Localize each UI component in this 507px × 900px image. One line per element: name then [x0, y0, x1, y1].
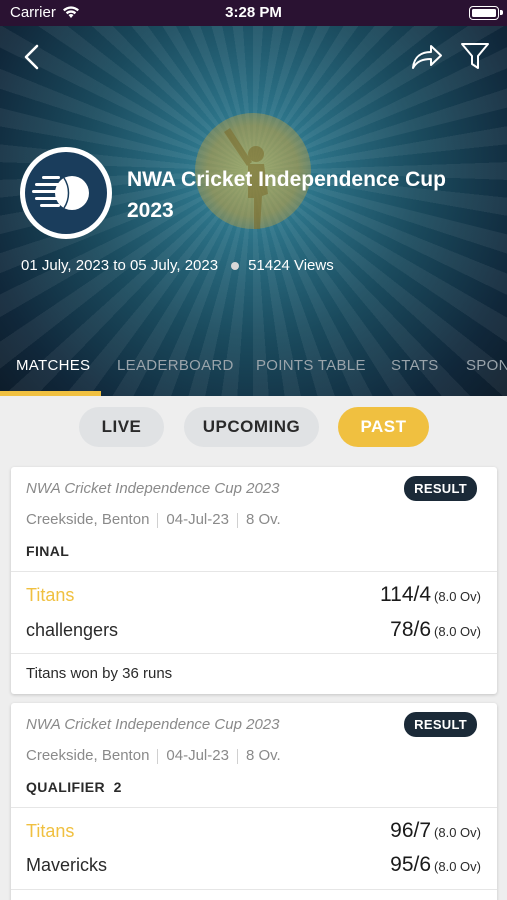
tournament-header: NWA Cricket Independence Cup 2023 01 Jul…	[0, 26, 507, 396]
tab-matches[interactable]: MATCHES	[16, 357, 90, 374]
match-date: 04-Jul-23	[166, 747, 229, 764]
team1-runs: 114/4	[380, 583, 432, 606]
divider	[11, 571, 497, 572]
team1-name: Titans	[26, 821, 75, 841]
tab-stats[interactable]: STATS	[391, 357, 439, 374]
team2-runs: 95/6	[390, 853, 432, 876]
match-venue: Creekside, Benton	[26, 747, 150, 764]
divider	[11, 889, 497, 890]
match-details: Creekside, Benton 04-Jul-23 8 Ov.	[26, 747, 281, 764]
team2-overs: (8.0 Ov)	[434, 624, 481, 639]
tournament-logo	[20, 147, 112, 239]
battery-icon	[469, 6, 503, 20]
tab-leaderboard[interactable]: LEADERBOARD	[117, 357, 234, 374]
result-badge: RESULT	[404, 476, 477, 501]
filter-upcoming-button[interactable]: UPCOMING	[184, 407, 319, 447]
team2-name: Mavericks	[26, 855, 108, 875]
team2-score: 78/6 (8.0 Ov)	[390, 618, 481, 642]
filter-past-button[interactable]: PAST	[338, 407, 429, 447]
match-details: Creekside, Benton 04-Jul-23 8 Ov.	[26, 511, 281, 528]
filter-icon[interactable]	[459, 40, 491, 72]
team2-overs: (8.0 Ov)	[434, 859, 481, 874]
divider	[11, 807, 497, 808]
team1-score: 96/7 (8.0 Ov)	[390, 819, 481, 843]
match-stage: FINAL	[26, 543, 70, 559]
view-count: 51424 Views	[248, 257, 334, 274]
active-tab-indicator	[0, 391, 101, 396]
share-icon[interactable]	[410, 42, 444, 72]
match-overs: 8 Ov.	[245, 747, 281, 764]
team2-name: challengers	[26, 620, 119, 640]
tab-points-table[interactable]: POINTS TABLE	[256, 357, 366, 374]
result-badge: RESULT	[404, 712, 477, 737]
match-stage: QUALIFIER 2	[26, 779, 122, 795]
separator-dot	[231, 261, 240, 270]
tab-bar: MATCHES LEADERBOARD POINTS TABLE STATS S…	[0, 343, 507, 396]
match-result: Titans won by 36 runs	[26, 665, 173, 682]
back-arrow-icon[interactable]	[18, 42, 48, 72]
match-venue: Creekside, Benton	[26, 511, 150, 528]
divider	[11, 653, 497, 654]
tournament-dates: 01 July, 2023 to 05 July, 2023	[21, 257, 219, 274]
clock: 3:28 PM	[225, 4, 282, 21]
team2-runs: 78/6	[390, 618, 432, 641]
tournament-title: NWA Cricket Independence Cup 2023	[127, 168, 446, 222]
tournament-meta: 01 July, 2023 to 05 July, 2023 51424 View…	[21, 257, 334, 274]
match-card[interactable]: NWA Cricket Independence Cup 2023 RESULT…	[11, 703, 497, 900]
team1-overs: (8.0 Ov)	[434, 589, 481, 604]
team1-overs: (8.0 Ov)	[434, 825, 481, 840]
team1-score: 114/4 (8.0 Ov)	[380, 583, 481, 607]
team2-score: 95/6 (8.0 Ov)	[390, 853, 481, 877]
match-date: 04-Jul-23	[166, 511, 229, 528]
match-card[interactable]: NWA Cricket Independence Cup 2023 RESULT…	[11, 467, 497, 694]
team1-name: Titans	[26, 585, 75, 605]
team1-runs: 96/7	[390, 819, 432, 842]
filter-live-button[interactable]: LIVE	[79, 407, 164, 447]
match-overs: 8 Ov.	[245, 511, 281, 528]
match-tournament-name: NWA Cricket Independence Cup 2023	[26, 480, 280, 497]
match-tournament-name: NWA Cricket Independence Cup 2023	[26, 716, 280, 733]
status-bar: Carrier 3:28 PM	[0, 0, 507, 26]
tab-sponsors[interactable]: SPON	[466, 357, 507, 374]
